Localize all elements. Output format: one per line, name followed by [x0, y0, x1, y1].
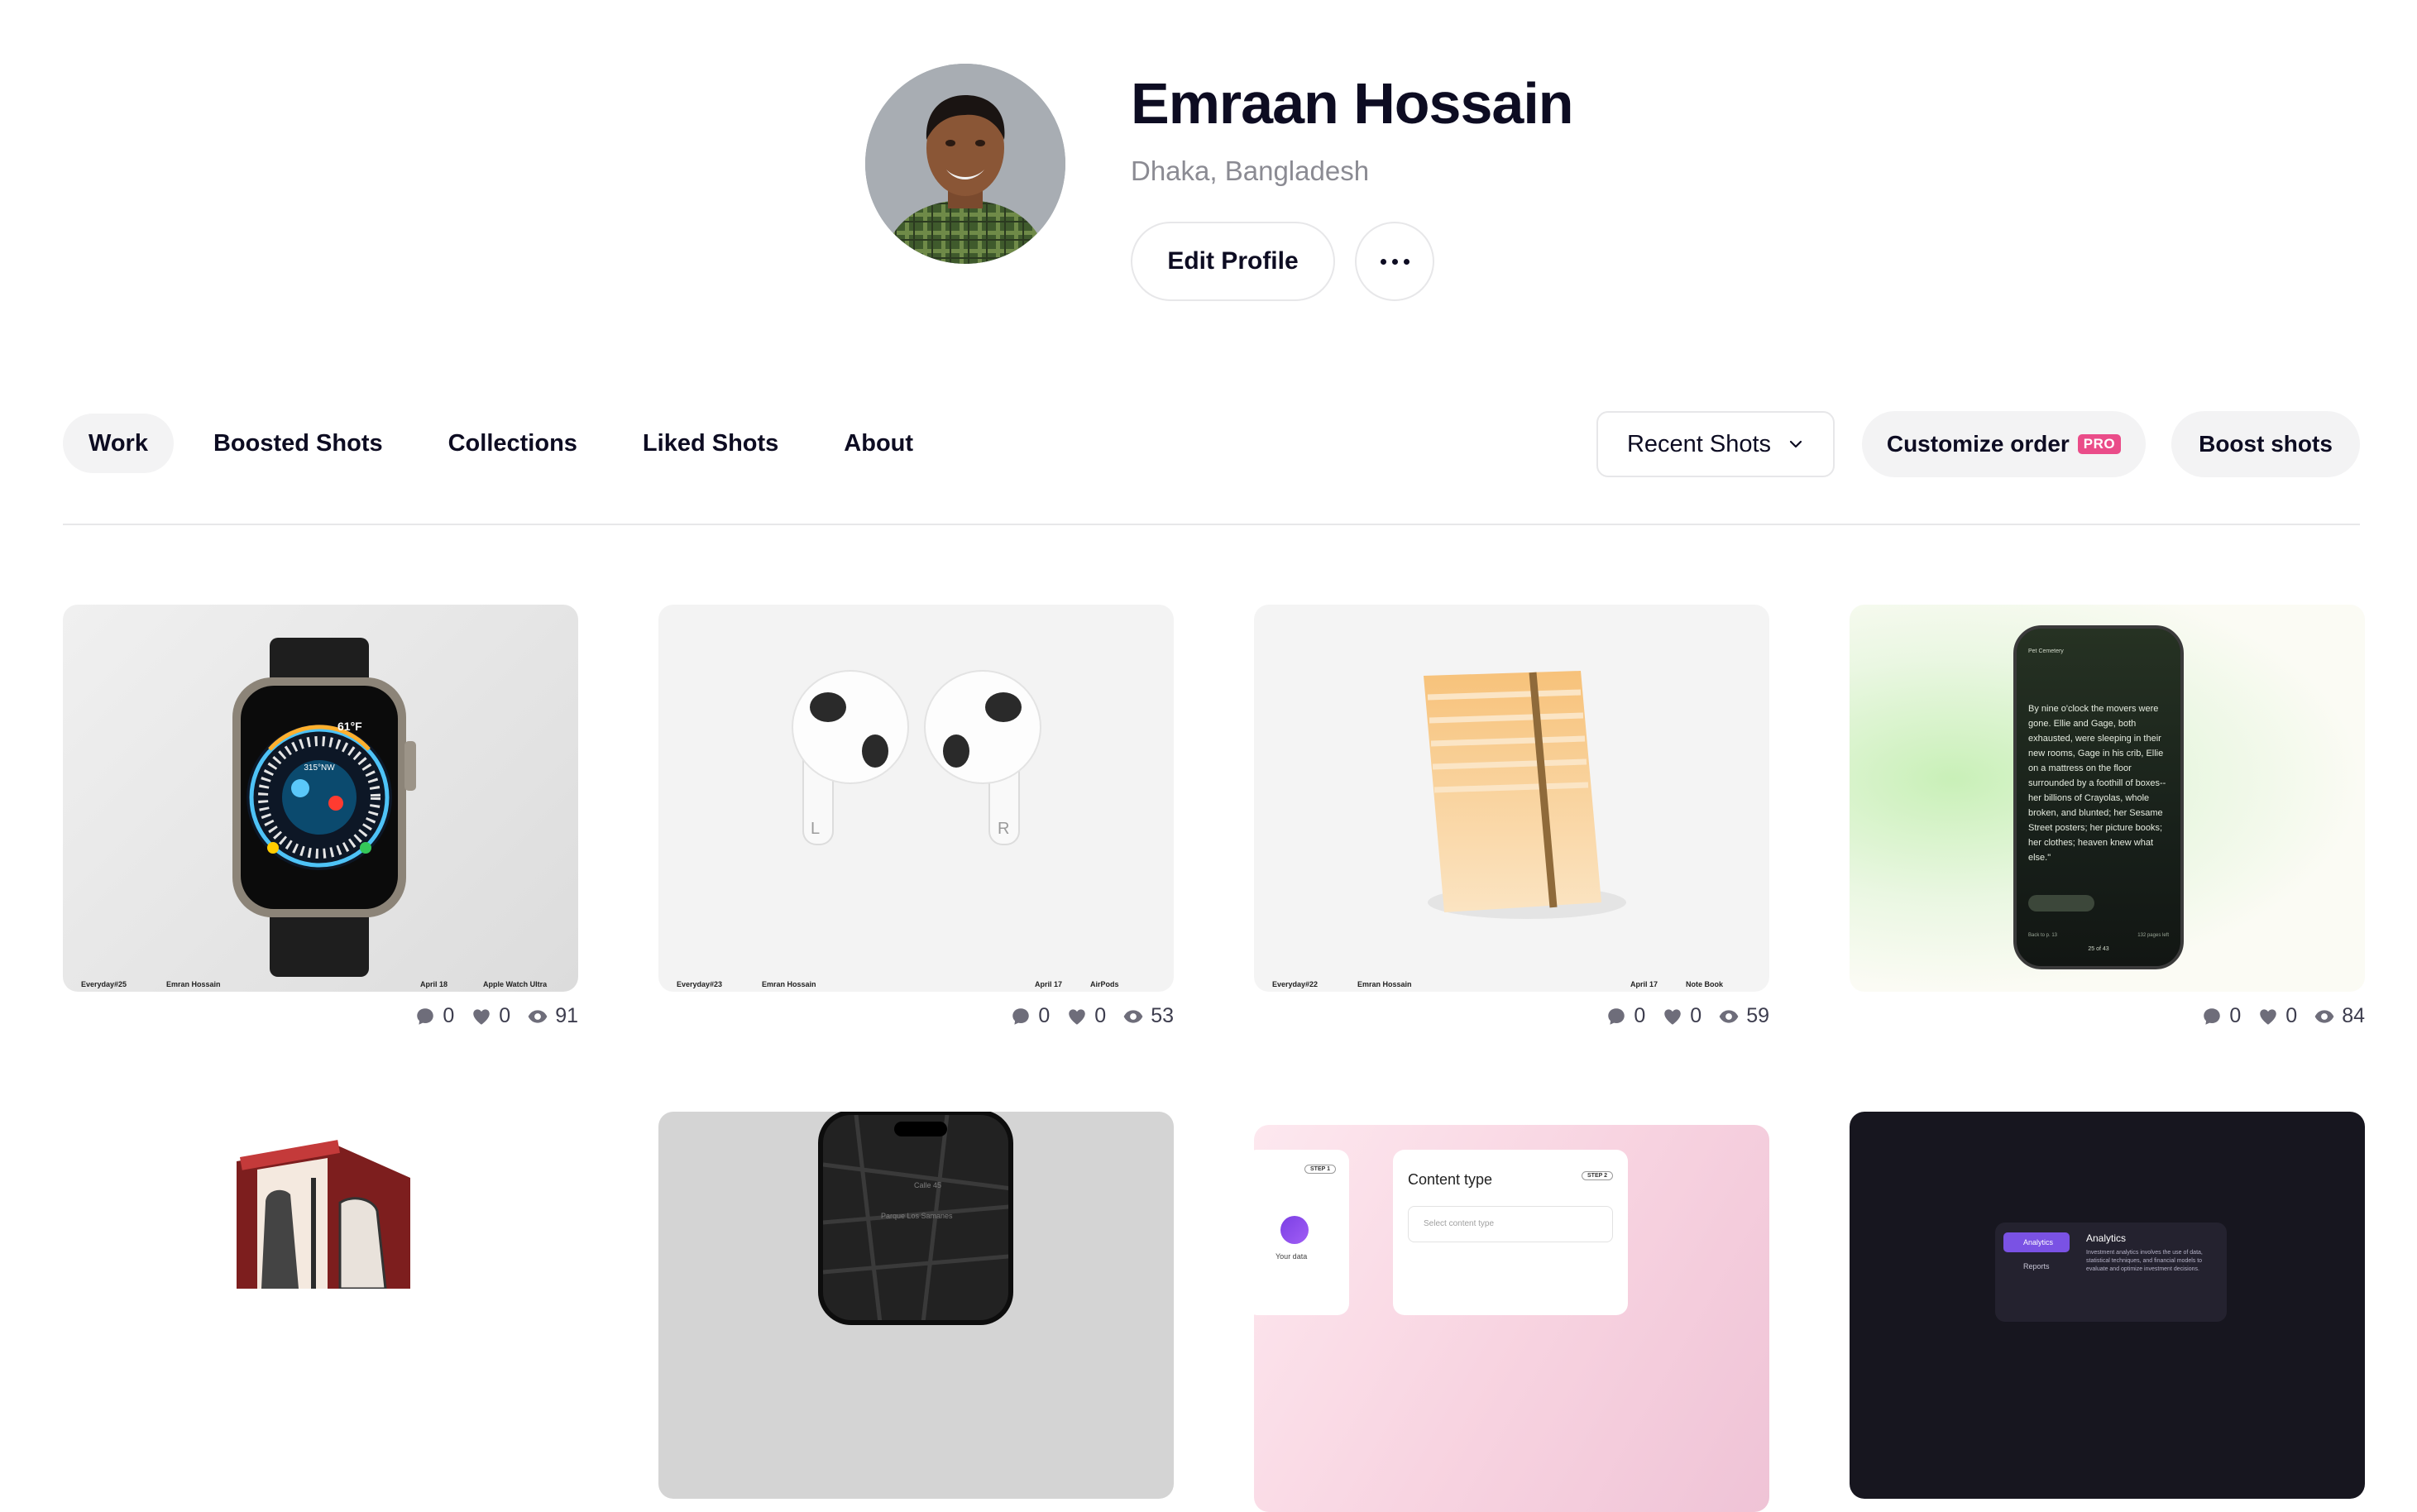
shot-stats: 0 0 91 — [414, 1004, 578, 1028]
shot-card[interactable]: Calle 45 Parque Los Samanes — [658, 1112, 1174, 1499]
profile-name: Emraan Hossain — [1131, 71, 1574, 136]
shot-thumbnail: 315°NW 61°F — [232, 638, 416, 977]
heart-icon[interactable] — [2257, 1006, 2279, 1027]
more-options-button[interactable] — [1355, 222, 1434, 301]
tab-work[interactable]: Work — [63, 414, 174, 473]
shot-card[interactable]: Everyday#22 Emran Hossain April 17 Note … — [1254, 605, 1769, 992]
tab-boosted-shots[interactable]: Boosted Shots — [188, 414, 409, 473]
divider — [63, 524, 2360, 525]
shot-stats: 0 0 53 — [1010, 1004, 1174, 1028]
svg-text:Calle 45: Calle 45 — [914, 1181, 941, 1189]
shot-caption: Everyday#25 Emran Hossain April 18 Apple… — [81, 980, 548, 988]
svg-text:L: L — [811, 820, 820, 838]
profile-location: Dhaka, Bangladesh — [1131, 156, 1370, 186]
shot-thumbnail — [1424, 671, 1626, 919]
comment-icon[interactable] — [1606, 1006, 1627, 1027]
svg-text:61°F: 61°F — [337, 720, 362, 733]
eye-icon — [1123, 1009, 1143, 1023]
shot-thumbnail: L R — [792, 670, 1041, 845]
shot-card[interactable]: L R Everyday#23 Emran Hossain April 17 A… — [658, 605, 1174, 992]
content-type-select: Select content type — [1408, 1206, 1613, 1242]
eye-icon — [1719, 1009, 1739, 1023]
shot-stats: 0 0 84 — [2201, 1004, 2365, 1028]
eye-icon — [2314, 1009, 2334, 1023]
svg-text:Parque Los Samanes: Parque Los Samanes — [881, 1212, 953, 1220]
ellipsis-icon — [1380, 258, 1386, 265]
tab-liked-shots[interactable]: Liked Shots — [617, 414, 804, 473]
shot-card[interactable]: STEP 1 Your data Content type STEP 2 Sel… — [1254, 1125, 1769, 1512]
tab-collections[interactable]: Collections — [423, 414, 603, 473]
shot-caption: Everyday#23 Emran Hossain April 17 AirPo… — [677, 980, 1119, 988]
phone-mockup: Calle 45 Parque Los Samanes — [818, 1112, 1013, 1325]
shot-card[interactable]: Pet Cemetery By nine o'clock the movers … — [1850, 605, 2365, 992]
heart-icon[interactable] — [1066, 1006, 1088, 1027]
pro-badge: PRO — [2077, 434, 2122, 454]
phone-mockup: Pet Cemetery By nine o'clock the movers … — [2013, 625, 2184, 969]
svg-text:315°NW: 315°NW — [304, 763, 335, 773]
profile-tabs: Work Boosted Shots Collections Liked Sho… — [63, 414, 953, 473]
shot-stats: 0 0 59 — [1606, 1004, 1769, 1028]
shot-card[interactable]: 315°NW 61°F Everyday#25 Emran Hossain Ap… — [63, 605, 578, 992]
customize-order-button[interactable]: Customize order PRO — [1862, 411, 2146, 477]
edit-profile-button[interactable]: Edit Profile — [1131, 222, 1335, 301]
boost-shots-button[interactable]: Boost shots — [2171, 411, 2360, 477]
avatar[interactable] — [865, 64, 1065, 264]
shot-caption: Everyday#22 Emran Hossain April 17 Note … — [1272, 980, 1723, 988]
heart-icon[interactable] — [1662, 1006, 1683, 1027]
comment-icon[interactable] — [414, 1006, 436, 1027]
eye-icon — [528, 1009, 548, 1023]
sort-dropdown[interactable]: Recent Shots — [1596, 411, 1835, 477]
tab-about[interactable]: About — [818, 414, 939, 473]
comment-icon[interactable] — [2201, 1006, 2223, 1027]
shot-card[interactable]: Analytics Reports Analytics Investment a… — [1850, 1112, 2365, 1499]
shot-card[interactable] — [63, 1112, 578, 1499]
customize-order-label: Customize order — [1886, 431, 2070, 457]
svg-text:R: R — [998, 820, 1009, 838]
comment-icon[interactable] — [1010, 1006, 1031, 1027]
chevron-down-icon — [1789, 440, 1802, 448]
shot-thumbnail — [237, 1140, 410, 1290]
heart-icon[interactable] — [471, 1006, 492, 1027]
sort-dropdown-label: Recent Shots — [1626, 430, 1772, 457]
